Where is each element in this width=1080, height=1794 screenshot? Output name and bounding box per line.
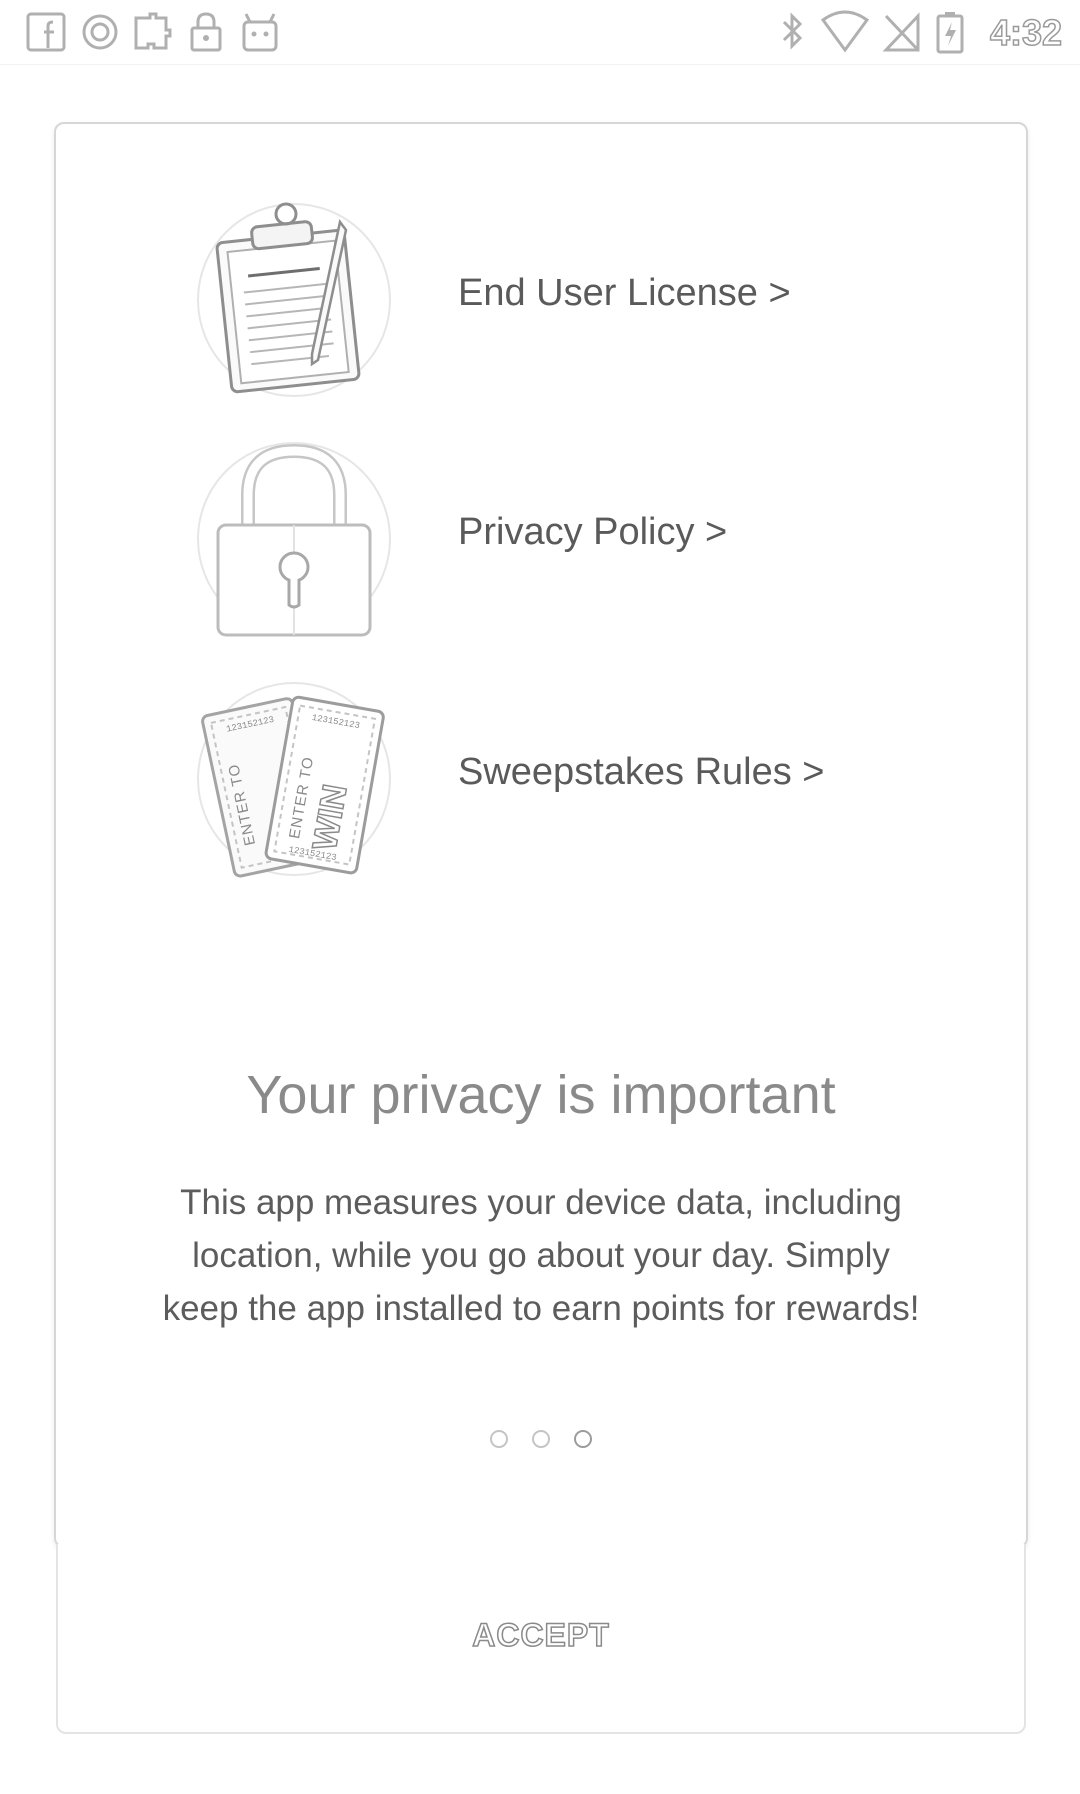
lock-icon <box>190 12 222 52</box>
padlock-icon <box>197 442 391 637</box>
facebook-icon <box>26 12 66 52</box>
no-signal-icon <box>882 12 920 52</box>
page-dot-active <box>574 1430 592 1448</box>
sweepstakes-rules-link-label[interactable]: Sweepstakes Rules > <box>458 751 824 794</box>
android-icon <box>242 13 278 52</box>
eula-link-row[interactable]: End User License > <box>56 190 1026 410</box>
eula-link-label[interactable]: End User License > <box>458 272 791 315</box>
accept-panel: ACCEPT <box>56 1544 1026 1734</box>
circle-o-icon <box>82 14 118 50</box>
privacy-headline: Your privacy is important <box>246 1065 836 1125</box>
page-dot <box>490 1430 508 1448</box>
page-indicator <box>56 1430 1026 1454</box>
battery-charging-icon <box>936 12 964 54</box>
privacy-policy-link-row[interactable]: Privacy Policy > <box>56 429 1026 649</box>
clipboard-icon <box>197 202 391 397</box>
status-bar: 4:32 <box>0 0 1080 65</box>
page-dot <box>532 1430 550 1448</box>
status-time: 4:32 <box>989 11 1063 54</box>
consent-card: End User License > Privacy Policy > 1231… <box>54 122 1028 1548</box>
puzzle-icon <box>134 12 172 50</box>
wifi-icon <box>820 10 870 53</box>
tickets-icon: 123152123 ENTER TO 123152123 ENTER TO WI… <box>197 682 391 878</box>
bluetooth-icon <box>782 12 803 50</box>
accept-button[interactable]: ACCEPT <box>58 1600 1024 1670</box>
privacy-description: This app measures your device data, incl… <box>162 1183 920 1328</box>
privacy-policy-link-label[interactable]: Privacy Policy > <box>458 511 727 554</box>
sweepstakes-rules-link-row[interactable]: 123152123 ENTER TO 123152123 ENTER TO WI… <box>56 669 1026 889</box>
